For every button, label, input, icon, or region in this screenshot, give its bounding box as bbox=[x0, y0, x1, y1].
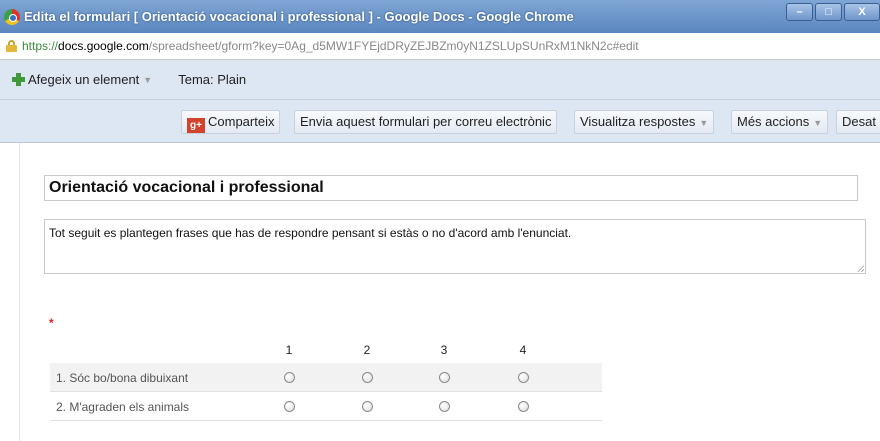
window-title-bar: Edita el formulari [ Orientació vocacion… bbox=[0, 0, 880, 33]
maximize-button[interactable]: □ bbox=[815, 3, 842, 21]
divider bbox=[19, 143, 20, 441]
action-toolbar: g+ Comparteix Envia aquest formulari per … bbox=[0, 100, 880, 143]
radio-button[interactable] bbox=[518, 401, 529, 412]
grid-header: 1 2 3 4 bbox=[50, 341, 602, 363]
radio-button[interactable] bbox=[439, 372, 450, 383]
share-button[interactable]: g+ Comparteix bbox=[181, 110, 281, 134]
add-item-button[interactable]: Afegeix un element ▼ bbox=[8, 67, 156, 92]
chevron-down-icon: ▼ bbox=[813, 118, 823, 128]
form-editor: Orientació vocacional i professional Tot… bbox=[0, 143, 880, 441]
resize-handle-icon[interactable] bbox=[857, 265, 864, 272]
column-header: 4 bbox=[519, 343, 527, 357]
chevron-down-icon: ▼ bbox=[143, 74, 153, 85]
form-toolbar: Afegeix un element ▼ Tema: Plain bbox=[0, 60, 880, 100]
address-bar[interactable]: https://docs.google.com/spreadsheet/gfor… bbox=[0, 33, 880, 60]
radio-button[interactable] bbox=[362, 401, 373, 412]
more-actions-button[interactable]: Més accions ▼ bbox=[731, 110, 829, 134]
radio-button[interactable] bbox=[362, 372, 373, 383]
url-text[interactable]: https://docs.google.com/spreadsheet/gfor… bbox=[22, 39, 639, 53]
window-title: Edita el formulari [ Orientació vocacion… bbox=[24, 9, 574, 24]
grid-row: 1. Sóc bo/bona dibuixant bbox=[50, 363, 602, 392]
grid-row-label: 2. M'agraden els animals bbox=[56, 400, 190, 414]
url-scheme: https:// bbox=[22, 39, 59, 53]
column-header: 1 bbox=[285, 343, 293, 357]
more-actions-label: Més accions bbox=[737, 114, 810, 129]
form-description-input[interactable]: Tot seguit es plantegen frases que has d… bbox=[44, 219, 866, 274]
form-title-input[interactable]: Orientació vocacional i professional bbox=[44, 175, 858, 201]
close-button[interactable]: X bbox=[844, 3, 880, 21]
grid-row-label: 1. Sóc bo/bona dibuixant bbox=[56, 371, 189, 385]
theme-button[interactable]: Tema: Plain bbox=[172, 68, 252, 91]
column-header: 2 bbox=[363, 343, 371, 357]
saved-button[interactable]: Desat bbox=[836, 110, 880, 134]
google-plus-icon: g+ bbox=[187, 118, 205, 133]
minimize-button[interactable]: – bbox=[786, 3, 813, 21]
window-controls: – □ X bbox=[786, 3, 880, 21]
grid-question: 1 2 3 4 1. Sóc bo/bona dibuixant 2. M'ag… bbox=[50, 341, 602, 421]
chrome-icon bbox=[4, 8, 20, 25]
plus-icon bbox=[12, 73, 25, 86]
chevron-down-icon: ▼ bbox=[699, 118, 709, 128]
url-path: /spreadsheet/gform?key=0Ag_d5MW1FYEjdDRy… bbox=[148, 39, 639, 53]
radio-button[interactable] bbox=[518, 372, 529, 383]
grid-row: 2. M'agraden els animals bbox=[50, 392, 602, 421]
email-form-button[interactable]: Envia aquest formulari per correu electr… bbox=[294, 110, 558, 134]
add-item-label: Afegeix un element bbox=[28, 72, 140, 87]
share-label: Comparteix bbox=[208, 114, 275, 129]
lock-icon bbox=[6, 40, 17, 52]
required-marker: * bbox=[49, 316, 54, 330]
radio-button[interactable] bbox=[284, 401, 295, 412]
radio-button[interactable] bbox=[439, 401, 450, 412]
view-responses-label: Visualitza respostes bbox=[580, 114, 696, 129]
view-responses-button[interactable]: Visualitza respostes ▼ bbox=[574, 110, 715, 134]
url-host: docs.google.com bbox=[58, 39, 149, 53]
column-header: 3 bbox=[440, 343, 448, 357]
form-description-text: Tot seguit es plantegen frases que has d… bbox=[49, 226, 572, 240]
radio-button[interactable] bbox=[284, 372, 295, 383]
